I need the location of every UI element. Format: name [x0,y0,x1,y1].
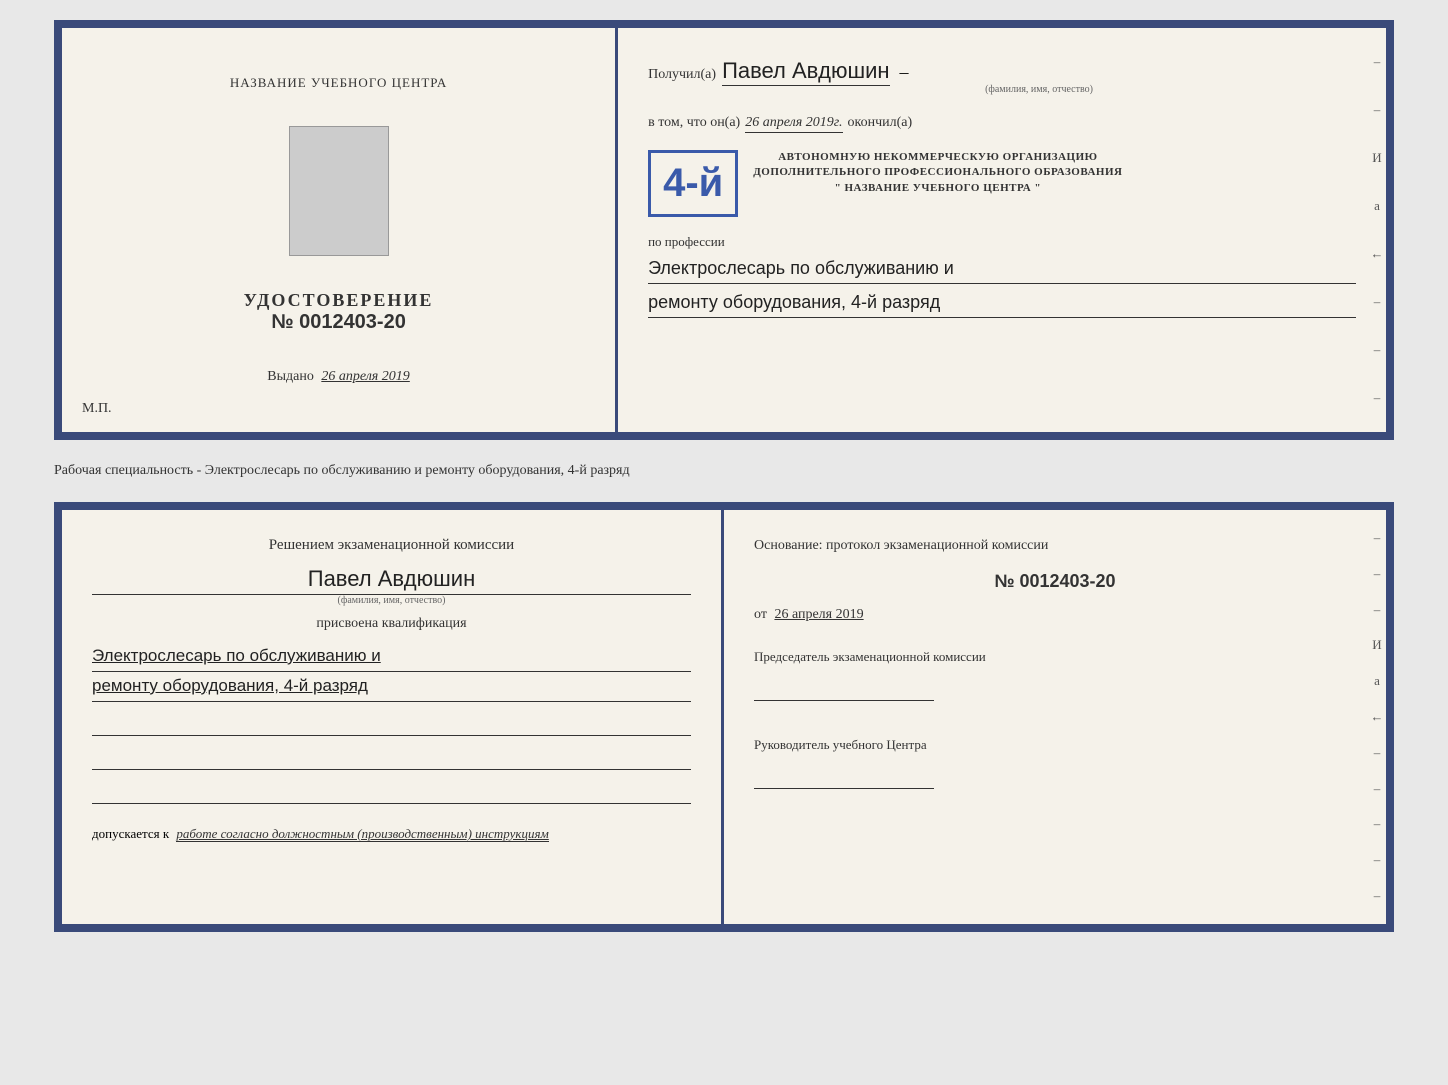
issued-date: 26 апреля 2019 [321,369,409,384]
osnov-date-section: от 26 апреля 2019 [754,607,1356,623]
osnov-title: Основание: протокол экзаменационной коми… [754,535,1356,556]
completed-date: 26 апреля 2019г. [745,115,842,133]
fio-small-bottom: (фамилия, имя, отчество) [92,595,691,606]
issued-section: Выдано 26 апреля 2019 [267,369,410,385]
ruk-section: Руководитель учебного Центра [754,736,1356,789]
mp-label: М.П. [82,401,112,417]
ot-label: от [754,607,767,622]
top-doc-right: Получил(а) Павел Авдюшин – (фамилия, имя… [618,28,1386,432]
допускается-section: допускается к работе согласно должностны… [92,826,691,842]
stamp-org-text: АВТОНОМНУЮ НЕКОММЕРЧЕСКУЮ ОРГАНИЗАЦИЮ ДО… [753,150,1122,196]
stamp-line2: ДОПОЛНИТЕЛЬНОГО ПРОФЕССИОНАЛЬНОГО ОБРАЗО… [753,165,1122,180]
profession-section: по профессии Электрослесарь по обслужива… [648,234,1356,318]
top-document: НАЗВАНИЕ УЧЕБНОГО ЦЕНТРА УДОСТОВЕРЕНИЕ №… [54,20,1394,440]
profession-value-1: Электрослесарь по обслуживанию и [648,254,1356,284]
commission-title: Решением экзаменационной комиссии [92,535,691,556]
stamp-section: 4-й АВТОНОМНУЮ НЕКОММЕРЧЕСКУЮ ОРГАНИЗАЦИ… [648,150,1356,217]
stamp-line3: " НАЗВАНИЕ УЧЕБНОГО ЦЕНТРА " [753,181,1122,196]
cert-number: № 0012403-20 [244,311,434,334]
po-professii: по профессии [648,234,1356,250]
predsed-section: Председатель экзаменационной комиссии [754,648,1356,701]
ruk-sig-line [754,769,934,789]
stamp-box: 4-й [648,150,738,217]
top-center-title: НАЗВАНИЕ УЧЕБНОГО ЦЕНТРА [230,75,447,91]
predsed-label: Председатель экзаменационной комиссии [754,648,1356,666]
cert-section: УДОСТОВЕРЕНИЕ № 0012403-20 [244,290,434,334]
dash-top: – [900,62,909,82]
recipient-label: Получил(а) [648,67,716,83]
bottom-doc-left: Решением экзаменационной комиссии Павел … [62,510,724,924]
допускается-label: допускается к [92,826,169,841]
separator-label: Рабочая специальность - Электрослесарь п… [54,463,630,478]
ot-date: 26 апреля 2019 [774,607,863,622]
vtom-text: в том, что он(а) [648,115,740,131]
prisvoena-label: присвоена квалификация [92,616,691,632]
right-margin-bottom: – – – И а ← – – – – – [1368,510,1386,924]
cert-title: УДОСТОВЕРЕНИЕ [244,290,434,311]
ruk-label: Руководитель учебного Центра [754,736,1356,754]
recipient-name: Павел Авдюшин [722,58,889,86]
bottom-document: Решением экзаменационной комиссии Павел … [54,502,1394,932]
right-margin-top: – – И а ← – – – [1368,28,1386,432]
vtom-section: в том, что он(а) 26 апреля 2019г. окончи… [648,115,1356,133]
photo-placeholder [289,126,389,256]
допускается-value: работе согласно должностным (производств… [176,826,548,842]
profession-value-2: ремонту оборудования, 4-й разряд [648,288,1356,318]
issued-label: Выдано [267,369,314,384]
predsed-sig-line [754,681,934,701]
okonchil-text: окончил(а) [848,115,913,131]
top-doc-left: НАЗВАНИЕ УЧЕБНОГО ЦЕНТРА УДОСТОВЕРЕНИЕ №… [62,28,618,432]
bottom-person-section: Павел Авдюшин (фамилия, имя, отчество) [92,566,691,606]
stamp-grade: 4-й [663,161,723,206]
qual-line2: ремонту оборудования, 4-й разряд [92,672,691,702]
blank-line-2 [92,750,691,770]
stamp-line1: АВТОНОМНУЮ НЕКОММЕРЧЕСКУЮ ОРГАНИЗАЦИЮ [753,150,1122,165]
osnov-number: № 0012403-20 [754,571,1356,592]
recipient-section: Получил(а) Павел Авдюшин – (фамилия, имя… [648,58,1356,95]
separator-text: Рабочая специальность - Электрослесарь п… [54,458,1394,484]
qual-value-section: Электрослесарь по обслуживанию и ремонту… [92,642,691,702]
recipient-name-container: Павел Авдюшин – (фамилия, имя, отчество) [722,58,1356,95]
blank-line-3 [92,784,691,804]
bottom-doc-right: Основание: протокол экзаменационной коми… [724,510,1386,924]
qual-line1: Электрослесарь по обслуживанию и [92,642,691,672]
bottom-person-name: Павел Авдюшин [92,566,691,595]
blank-line-1 [92,716,691,736]
